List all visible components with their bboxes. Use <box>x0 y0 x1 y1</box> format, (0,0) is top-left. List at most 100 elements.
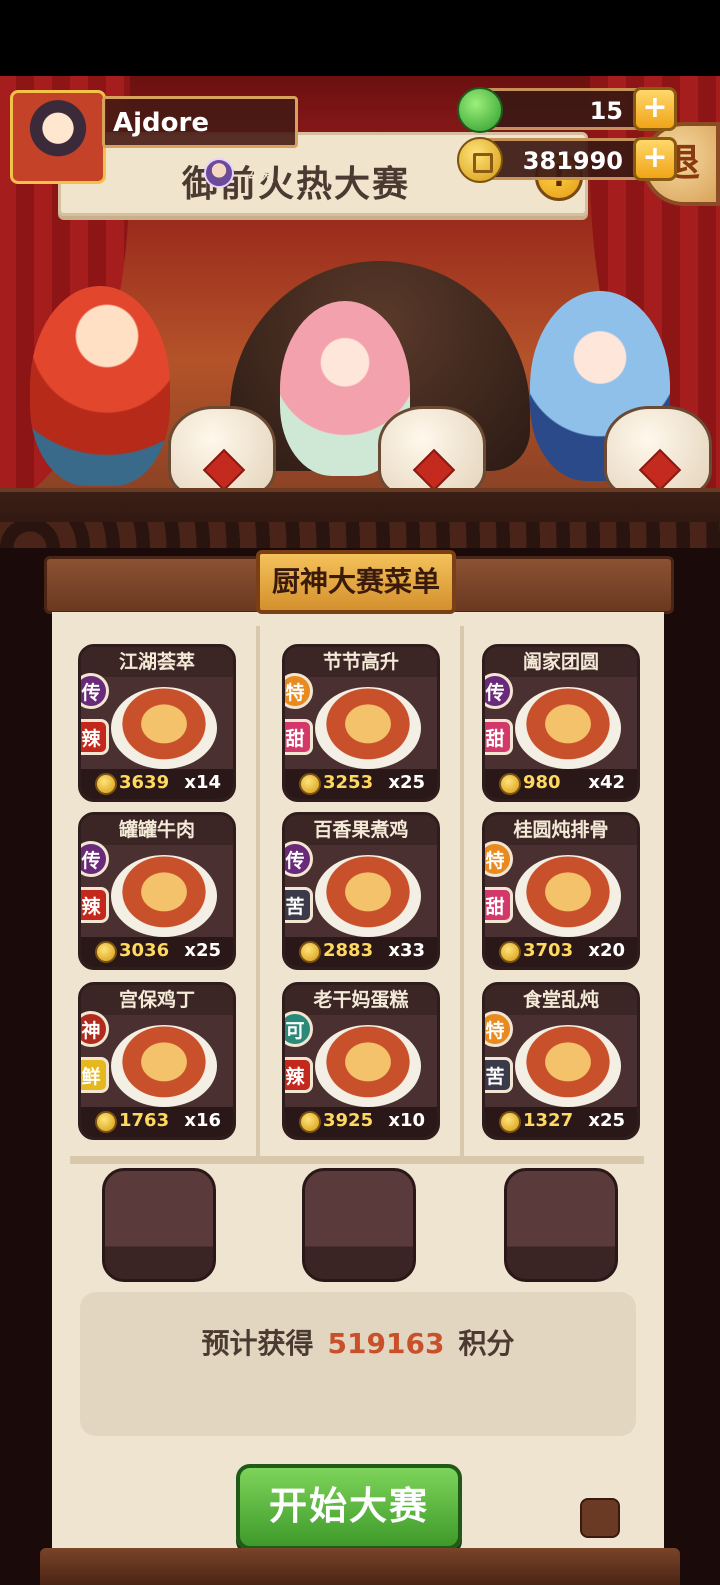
dish-tier-badge: 传 <box>285 841 313 877</box>
coin-icon <box>95 941 117 963</box>
dish-price: 3253 <box>323 772 374 793</box>
dish-quantity: x10 <box>388 1110 425 1131</box>
cooking-pot-1 <box>168 406 276 498</box>
dish-tier-badge: 传 <box>81 673 109 709</box>
dish-footer: 1327 x25 <box>485 1107 637 1137</box>
character-fire-chef[interactable] <box>30 286 170 486</box>
coin-icon <box>299 773 321 795</box>
dish-taste-badge: 苦 <box>485 1057 513 1093</box>
dish-quantity: x14 <box>184 772 221 793</box>
dish-card[interactable]: 老干妈蛋糕▲▲▲可辣3925x10 <box>282 982 440 1140</box>
dish-image <box>515 687 621 769</box>
jade-currency-bar: 15 + <box>457 87 677 133</box>
estimated-score-box: 预计获得 519163 积分 <box>80 1292 636 1436</box>
start-contest-button[interactable]: 开始大赛 <box>236 1464 462 1550</box>
estimated-score-line: 预计获得 519163 积分 <box>80 1322 636 1362</box>
coin-icon <box>95 1111 117 1133</box>
cooking-pot-2 <box>378 406 486 498</box>
score-value: 519163 <box>327 1327 445 1360</box>
dish-name: 食堂乱炖 <box>485 985 637 1015</box>
coin-icon <box>499 941 521 963</box>
dish-card[interactable]: 桂圆炖排骨▲▲▲特甜3703x20 <box>482 812 640 970</box>
dish-tier-badge: 特 <box>485 841 513 877</box>
bottom-rail <box>40 1548 680 1585</box>
dish-card[interactable]: 食堂乱炖▲▲▲特苦1327x25 <box>482 982 640 1140</box>
dish-taste-badge: 甜 <box>285 719 313 755</box>
dish-price: 980 <box>523 772 561 793</box>
dish-name: 江湖荟萃 <box>81 647 233 677</box>
dish-taste-badge: 辣 <box>285 1057 313 1093</box>
dish-name: 宫保鸡丁 <box>81 985 233 1015</box>
dish-card[interactable]: 宫保鸡丁▲▲▲神鲜1763x16 <box>78 982 236 1140</box>
dish-name: 老干妈蛋糕 <box>285 985 437 1015</box>
dish-price: 3925 <box>323 1110 374 1131</box>
coin-icon <box>95 773 117 795</box>
coin-icon <box>499 773 521 795</box>
dish-footer: 2883 x33 <box>285 937 437 967</box>
dish-image <box>111 687 217 769</box>
score-prefix: 预计获得 <box>201 1327 314 1360</box>
empty-dish-slot[interactable] <box>302 1168 416 1282</box>
coin-icon <box>457 137 503 183</box>
decoration-jar <box>580 1498 620 1538</box>
player-name: Ajdore <box>113 108 209 138</box>
dish-image <box>315 855 421 937</box>
jade-amount: 15 <box>589 97 623 125</box>
dish-card[interactable]: 罐罐牛肉▲▲▲传辣3036x25 <box>78 812 236 970</box>
dish-quantity: x25 <box>588 1110 625 1131</box>
status-bar <box>0 0 720 76</box>
player-avatar[interactable] <box>10 90 106 184</box>
menu-title: 厨神大赛菜单 <box>256 550 456 614</box>
dish-price: 3036 <box>119 940 170 961</box>
dish-price: 1763 <box>119 1110 170 1131</box>
score-suffix: 积分 <box>458 1327 515 1360</box>
dish-taste-badge: 苦 <box>285 887 313 923</box>
dish-taste-badge: 甜 <box>485 719 513 755</box>
stage-floor-decoration <box>0 522 720 548</box>
player-name-box: Ajdore <box>102 96 298 148</box>
column-divider <box>256 626 260 1156</box>
dish-name: 阖家团圆 <box>485 647 637 677</box>
dish-footer: 3703 x20 <box>485 937 637 967</box>
dish-quantity: x25 <box>388 772 425 793</box>
dish-name: 罐罐牛肉 <box>81 815 233 845</box>
dish-price: 1327 <box>523 1110 574 1131</box>
days-label: 4天 <box>248 166 275 185</box>
dish-tier-badge: 神 <box>81 1011 109 1047</box>
dish-taste-badge: 甜 <box>485 887 513 923</box>
dish-image <box>315 687 421 769</box>
column-divider <box>460 626 464 1156</box>
dish-card[interactable]: 节节高升▲▲▲特甜3253x25 <box>282 644 440 802</box>
dish-price: 3703 <box>523 940 574 961</box>
dish-quantity: x25 <box>184 940 221 961</box>
dish-name: 桂圆炖排骨 <box>485 815 637 845</box>
dish-footer: 3253 x25 <box>285 769 437 799</box>
dish-image <box>111 855 217 937</box>
dish-quantity: x20 <box>588 940 625 961</box>
add-coin-button[interactable]: + <box>633 137 677 181</box>
dish-taste-badge: 辣 <box>81 719 109 755</box>
dish-footer: 3639 x14 <box>81 769 233 799</box>
coin-icon <box>299 941 321 963</box>
dish-quantity: x16 <box>184 1110 221 1131</box>
jade-icon <box>457 87 503 133</box>
empty-dish-slot[interactable] <box>504 1168 618 1282</box>
coin-amount: 381990 <box>522 147 623 175</box>
coin-icon <box>299 1111 321 1133</box>
dish-footer: 980 x42 <box>485 769 637 799</box>
dish-taste-badge: 鲜 <box>81 1057 109 1093</box>
companion-avatar[interactable] <box>204 158 234 188</box>
dish-card[interactable]: 阖家团圆▲▲▲传甜980x42 <box>482 644 640 802</box>
dish-tier-badge: 特 <box>485 1011 513 1047</box>
dish-image <box>515 1025 621 1107</box>
dish-card[interactable]: 百香果煮鸡▲▲▲传苦2883x33 <box>282 812 440 970</box>
dish-image <box>515 855 621 937</box>
dish-card[interactable]: 江湖荟萃▲▲▲传辣3639x14 <box>78 644 236 802</box>
dish-quantity: x33 <box>388 940 425 961</box>
dish-quantity: x42 <box>588 772 625 793</box>
dish-name: 百香果煮鸡 <box>285 815 437 845</box>
add-jade-button[interactable]: + <box>633 87 677 131</box>
empty-dish-slot[interactable] <box>102 1168 216 1282</box>
dish-image <box>111 1025 217 1107</box>
coin-icon <box>499 1111 521 1133</box>
